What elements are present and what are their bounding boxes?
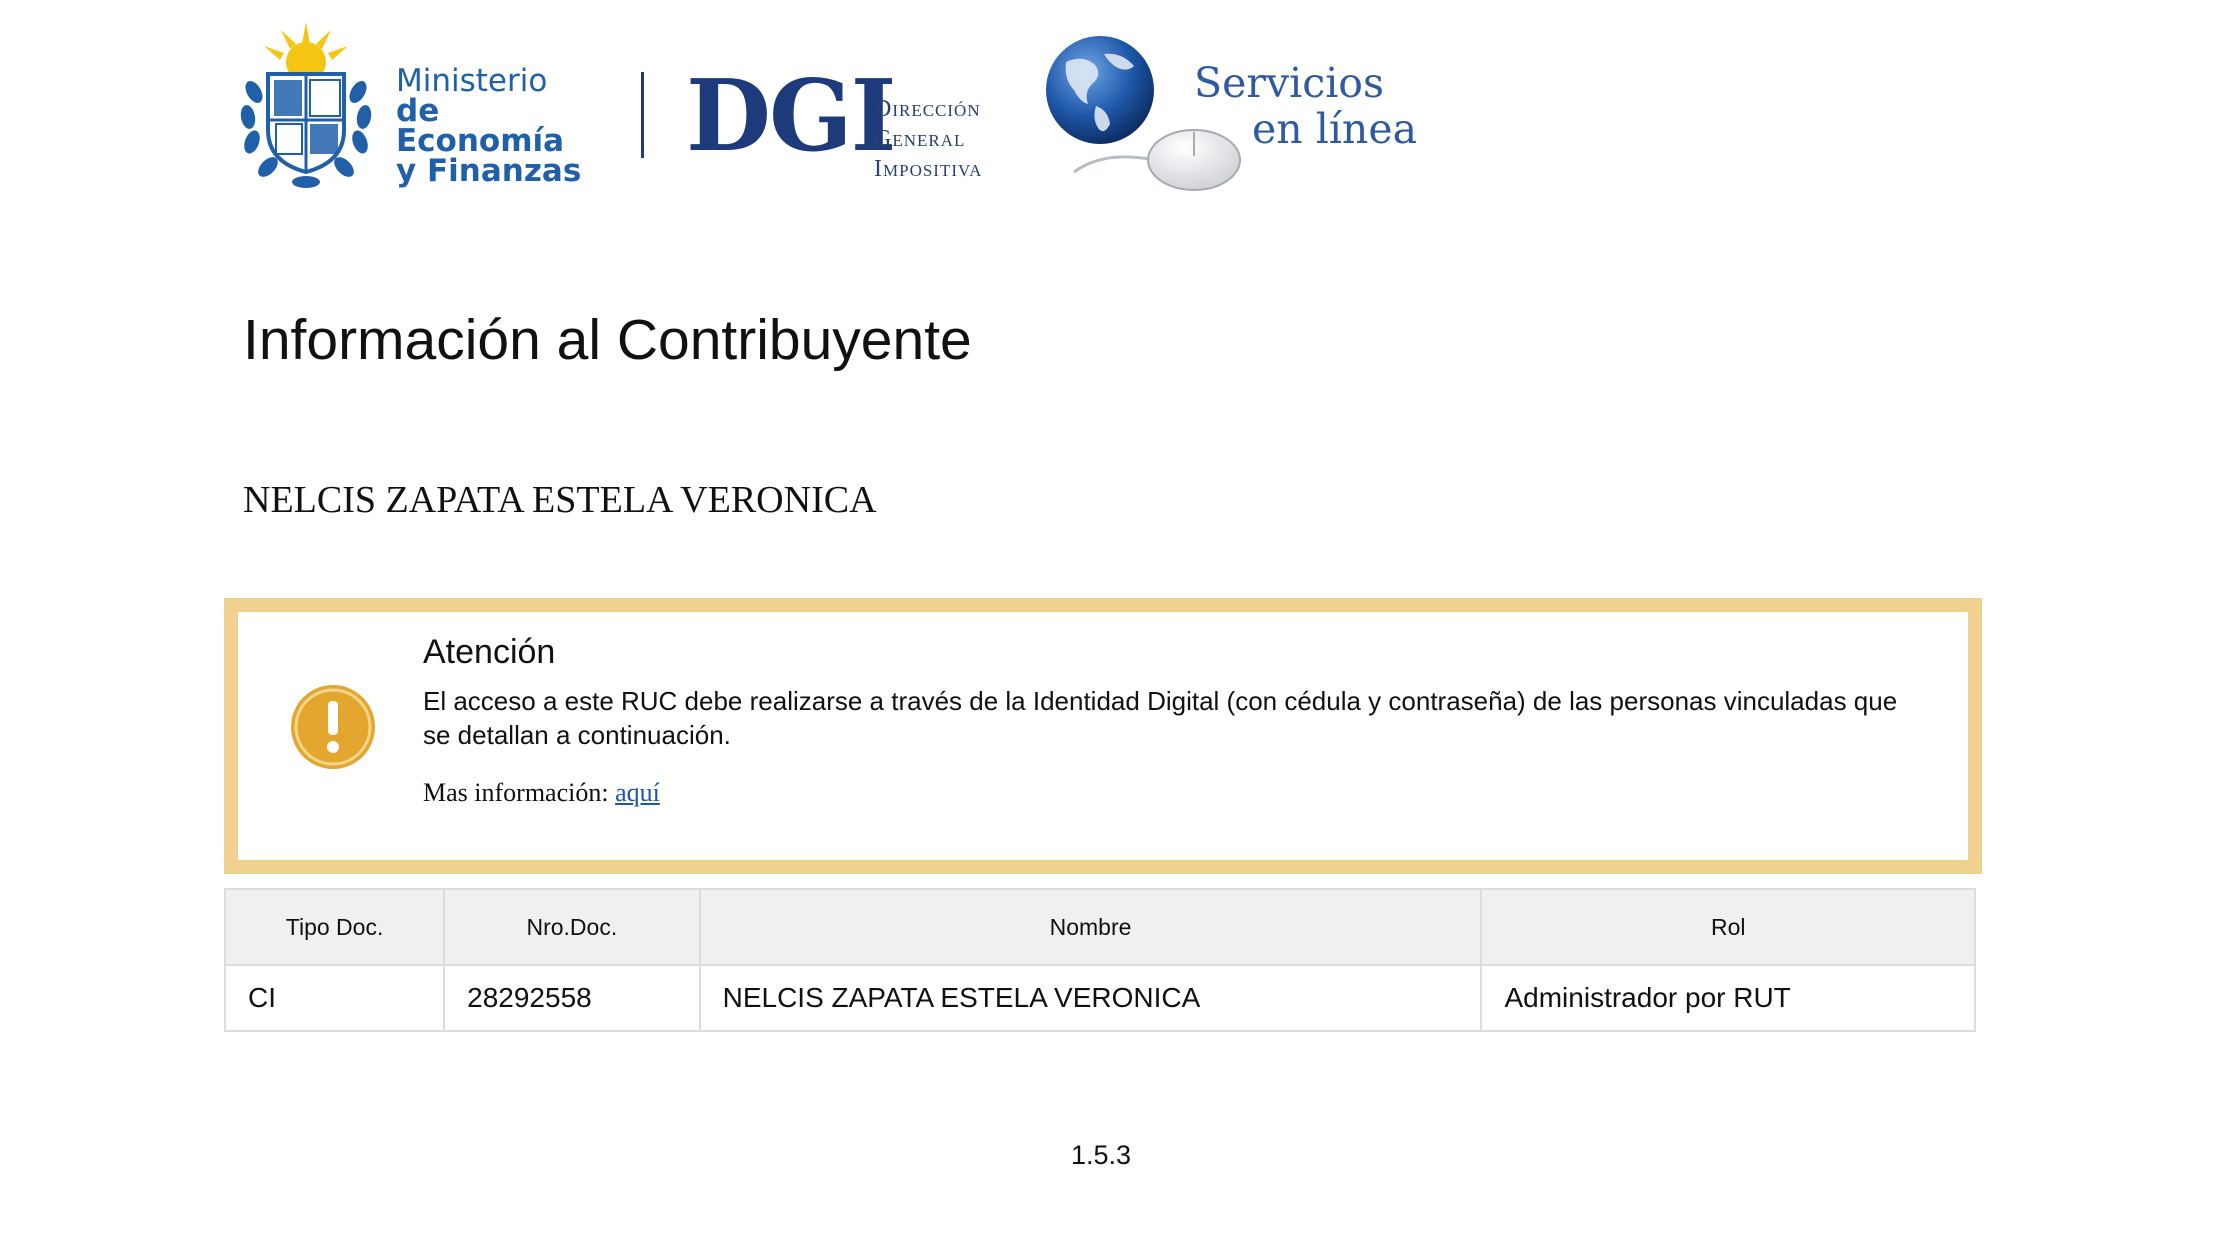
warning-icon [291, 685, 375, 769]
cell-nro-doc: 28292558 [443, 964, 701, 1032]
dgi-subtitle: Dirección General Impositiva [874, 94, 982, 184]
cell-rol: Administrador por RUT [1480, 964, 1976, 1032]
cell-tipo-doc: CI [223, 964, 446, 1032]
servicios-wordmark: Servicios en línea [1194, 60, 1417, 152]
servicios-line-2: en línea [1252, 105, 1418, 153]
table-row: CI 28292558 NELCIS ZAPATA ESTELA VERONIC… [223, 964, 1976, 1032]
header: Ministerio de Economía y Finanzas DGI Di… [236, 22, 1417, 197]
dgi-letters: DGI [686, 59, 897, 174]
mef-line-2: de Economía [396, 93, 565, 159]
dgi-line-3: Impositiva [874, 156, 983, 182]
header-nombre: Nombre [698, 888, 1483, 966]
header-tipo-doc: Tipo Doc. [223, 888, 446, 966]
mef-logo[interactable]: Ministerio de Economía y Finanzas [236, 22, 616, 192]
attention-box: Atención El acceso a este RUC debe reali… [224, 598, 1982, 874]
dgi-line-2: General [874, 126, 966, 152]
attention-message: El acceso a este RUC debe realizarse a t… [423, 686, 1898, 750]
dgi-line-1: Dirección [874, 96, 981, 122]
more-info-link[interactable]: aquí [615, 778, 660, 807]
header-rol: Rol [1480, 888, 1976, 966]
taxpayer-name: NELCIS ZAPATA ESTELA VERONICA [243, 479, 877, 521]
more-info-label: Mas información: [423, 778, 609, 807]
version-label: 1.5.3 [1070, 1140, 1132, 1170]
linked-persons-table: Tipo Doc. Nro.Doc. Nombre Rol CI 2829255… [223, 888, 1976, 1032]
coat-of-arms-icon [240, 22, 372, 188]
servicios-en-linea-logo[interactable]: Servicios en línea [1044, 32, 1424, 197]
header-nro-doc: Nro.Doc. [443, 888, 701, 966]
more-info: Mas información: aquí [423, 776, 660, 810]
servicios-line-1: Servicios [1194, 59, 1385, 107]
mef-line-3: y Finanzas [396, 153, 582, 189]
page-title: Información al Contribuyente [243, 308, 972, 372]
table-header-row: Tipo Doc. Nro.Doc. Nombre Rol [223, 888, 1976, 966]
dgi-logo[interactable]: DGI Dirección General Impositiva [686, 59, 1026, 183]
attention-title: Atención [423, 633, 556, 671]
cell-nombre: NELCIS ZAPATA ESTELA VERONICA [698, 964, 1483, 1032]
mef-line-1: Ministerio [396, 63, 548, 99]
logo-divider [641, 72, 644, 158]
mef-wordmark: Ministerio de Economía y Finanzas [396, 63, 616, 189]
